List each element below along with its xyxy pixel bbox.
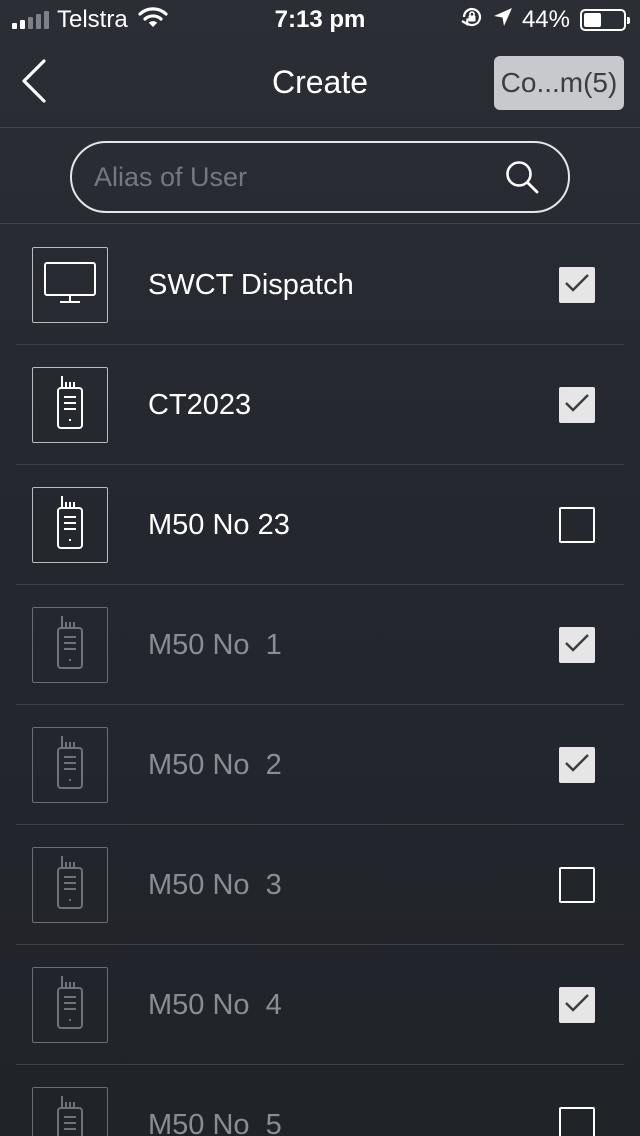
screen: Telstra 7:13 pm 44% Create Co...m(5) Ali… — [0, 0, 640, 1136]
monitor-icon — [43, 261, 97, 310]
user-avatar — [32, 487, 108, 563]
user-name: SWCT Dispatch — [148, 269, 354, 301]
battery-percent: 44% — [521, 6, 570, 33]
list-item[interactable]: M50 No 5 — [0, 1065, 640, 1136]
user-checkbox[interactable] — [559, 387, 595, 423]
user-name: CT2023 — [148, 389, 252, 421]
status-bar: Telstra 7:13 pm 44% — [0, 0, 640, 40]
user-avatar — [32, 1087, 108, 1136]
user-avatar — [32, 367, 108, 443]
user-checkbox[interactable] — [559, 747, 595, 783]
list-item[interactable]: M50 No 23 — [0, 465, 640, 585]
user-name: M50 No 2 — [148, 749, 282, 781]
check-icon — [564, 992, 590, 1019]
user-avatar — [32, 247, 108, 323]
check-icon — [564, 392, 590, 419]
confirm-button[interactable]: Co...m(5) — [494, 56, 624, 110]
user-name: M50 No 1 — [148, 629, 282, 661]
radio-icon — [55, 735, 85, 796]
rotation-lock-icon — [460, 5, 484, 36]
nav-bar: Create Co...m(5) — [0, 40, 640, 128]
search-input[interactable] — [94, 143, 494, 211]
radio-icon — [55, 615, 85, 676]
battery-icon — [580, 9, 630, 31]
status-right: 44% — [460, 5, 630, 36]
location-arrow-icon — [492, 6, 514, 35]
user-avatar — [32, 967, 108, 1043]
radio-icon — [55, 855, 85, 916]
user-avatar — [32, 727, 108, 803]
radio-icon — [55, 975, 85, 1036]
user-checkbox[interactable] — [559, 867, 595, 903]
list-item[interactable]: M50 No 3 — [0, 825, 640, 945]
user-checkbox[interactable] — [559, 627, 595, 663]
battery-fill — [584, 13, 601, 27]
user-avatar — [32, 847, 108, 923]
list-item[interactable]: CT2023 — [0, 345, 640, 465]
radio-icon — [55, 495, 85, 556]
user-name: M50 No 3 — [148, 869, 282, 901]
list-item[interactable]: M50 No 4 — [0, 945, 640, 1065]
user-name: M50 No 23 — [148, 509, 290, 541]
radio-icon — [55, 1095, 85, 1136]
user-checkbox[interactable] — [559, 987, 595, 1023]
list-item[interactable]: SWCT Dispatch — [0, 225, 640, 345]
user-name: M50 No 4 — [148, 989, 282, 1021]
user-avatar — [32, 607, 108, 683]
list-item[interactable]: M50 No 1 — [0, 585, 640, 705]
user-checkbox[interactable] — [559, 1107, 595, 1136]
search-box[interactable] — [70, 141, 570, 213]
search-bar — [0, 129, 640, 224]
search-icon[interactable] — [504, 159, 540, 195]
radio-icon — [55, 375, 85, 436]
check-icon — [564, 752, 590, 779]
user-name: M50 No 5 — [148, 1109, 282, 1136]
list-item[interactable]: M50 No 2 — [0, 705, 640, 825]
check-icon — [564, 272, 590, 299]
check-icon — [564, 632, 590, 659]
user-checkbox[interactable] — [559, 507, 595, 543]
user-checkbox[interactable] — [559, 267, 595, 303]
user-list: SWCT Dispatch CT2023 M50 No 23 M50 No 1 M50 … — [0, 225, 640, 1136]
